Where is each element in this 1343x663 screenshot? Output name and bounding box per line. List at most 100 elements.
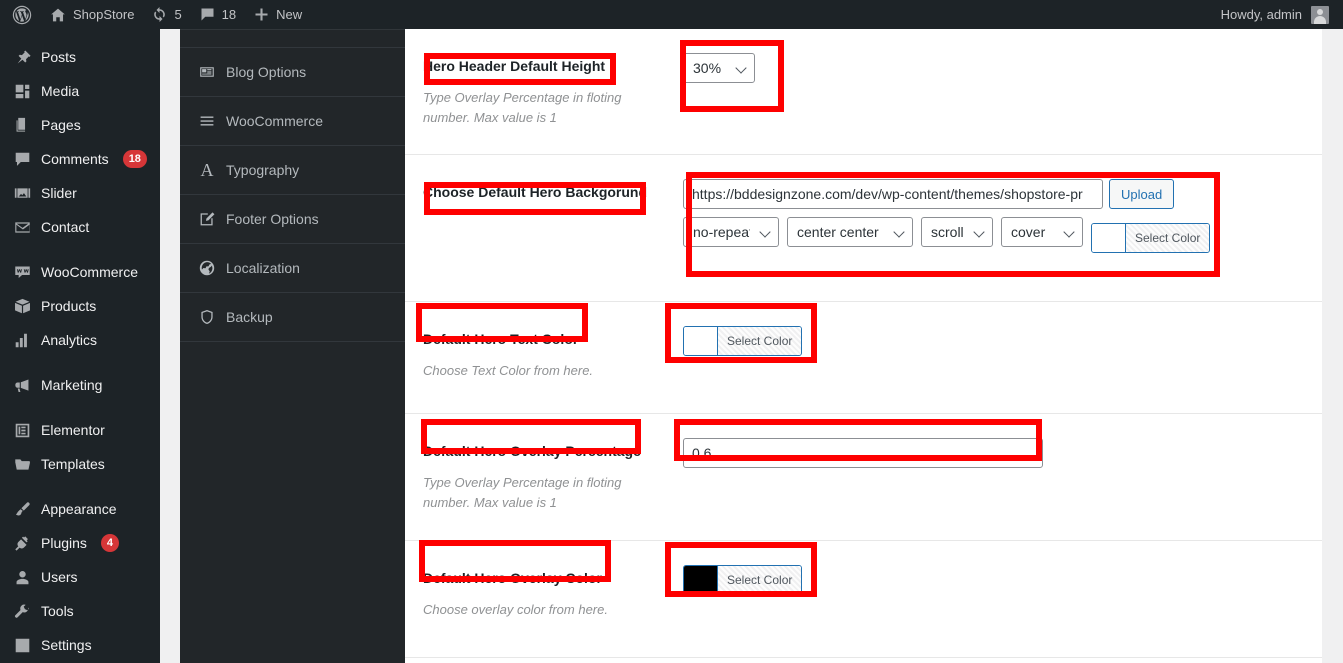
site-name-menu[interactable]: ShopStore [41, 0, 143, 29]
new-content-menu[interactable]: New [245, 0, 311, 29]
field-label-col: Default Hero Overlay Color Choose overla… [423, 563, 683, 635]
sidebar-item-tools[interactable]: Tools [0, 594, 160, 628]
sidebar-item-label: Analytics [41, 332, 98, 348]
shield-icon [198, 308, 216, 326]
sidebar-separator [0, 244, 160, 255]
account-menu[interactable]: Howdy, admin [1212, 0, 1343, 29]
slider-icon [12, 183, 32, 203]
overlay-percentage-input[interactable] [683, 438, 1043, 468]
sidebar-item-products[interactable]: Products [0, 289, 160, 323]
sidebar-item-comments[interactable]: Comments 18 [0, 142, 160, 176]
field-label: Hero Header Default Height [423, 58, 606, 74]
sidebar-item-analytics[interactable]: Analytics [0, 323, 160, 357]
background-repeat-select[interactable]: no-repeat [683, 217, 779, 247]
updates-icon [152, 7, 167, 22]
sidebar-separator [0, 481, 160, 492]
sidebar-item-contact[interactable]: Contact [0, 210, 160, 244]
field-label-col: Choose Default Hero Backgorund [423, 177, 683, 279]
field-control-col: 30% [683, 51, 1322, 132]
sidebar-item-posts[interactable]: Posts [0, 40, 160, 74]
background-attachment-select[interactable]: scroll [921, 217, 993, 247]
background-position-select-wrap: center center [787, 217, 913, 247]
plus-icon [254, 7, 269, 22]
upload-button[interactable]: Upload [1109, 179, 1175, 209]
woo-icon [12, 262, 32, 282]
hero-height-select-wrap: 30% [683, 53, 755, 83]
option-tab-localization[interactable]: Localization [180, 244, 405, 293]
background-repeat-select-wrap: no-repeat [683, 217, 779, 247]
sidebar-item-elementor[interactable]: Elementor [0, 413, 160, 447]
bar-chart-icon [12, 330, 32, 350]
sidebar-item-label: Products [41, 298, 97, 314]
background-size-select[interactable]: cover [1001, 217, 1083, 247]
sidebar-item-settings[interactable]: Settings [0, 628, 160, 662]
option-tab-label: Localization [226, 260, 300, 276]
sidebar-item-label: Comments [41, 151, 109, 167]
option-tab-woocommerce[interactable]: WooCommerce [180, 97, 405, 146]
site-name-label: ShopStore [73, 7, 135, 22]
sidebar-item-templates[interactable]: Templates [0, 447, 160, 481]
select-color-button[interactable]: Select Color [1126, 224, 1210, 252]
sidebar-item-appearance[interactable]: Appearance [0, 492, 160, 526]
megaphone-icon [12, 375, 32, 395]
sidebar-item-users[interactable]: Users [0, 560, 160, 594]
field-row-hero-background: Choose Default Hero Backgorund Upload no… [405, 155, 1322, 302]
sidebar-item-label: Appearance [41, 501, 117, 517]
select-color-button[interactable]: Select Color [718, 327, 802, 355]
sidebar-item-media[interactable]: Media [0, 74, 160, 108]
field-label-col: Default Hero Text Color Choose Text Colo… [423, 324, 683, 391]
sidebar-separator [0, 402, 160, 413]
color-swatch [684, 327, 718, 355]
sidebar-item-label: Contact [41, 219, 90, 235]
wordpress-logo-menu[interactable] [0, 0, 41, 29]
option-tab-typography[interactable]: A Typography [180, 146, 405, 195]
sidebar-item-label: Users [41, 569, 78, 585]
background-position-select[interactable]: center center [787, 217, 913, 247]
option-tab-blog-options[interactable]: Blog Options [180, 48, 405, 97]
envelope-icon [12, 217, 32, 237]
sidebar-item-pages[interactable]: Pages [0, 108, 160, 142]
hero-height-select[interactable]: 30% [683, 53, 755, 83]
avatar [1311, 5, 1329, 24]
updates-menu[interactable]: 5 [143, 0, 190, 29]
sidebar-item-marketing[interactable]: Marketing [0, 368, 160, 402]
option-tab-label: Typography [226, 162, 300, 178]
field-row-hero-height: Hero Header Default Height Type Overlay … [405, 29, 1322, 155]
plug-icon [12, 533, 32, 553]
letter-a-icon: A [200, 160, 214, 180]
color-swatch [1092, 224, 1126, 252]
comments-count: 18 [221, 7, 237, 22]
select-color-button[interactable]: Select Color [718, 566, 802, 594]
sidebar-item-plugins[interactable]: Plugins 4 [0, 526, 160, 560]
field-row-hero-overlay-percentage: Default Hero Overlay Percentage Type Ove… [405, 414, 1322, 541]
sidebar-item-label: Templates [41, 456, 105, 472]
updates-count: 5 [174, 7, 182, 22]
background-color-picker[interactable]: Select Color [1091, 223, 1211, 253]
background-url-input[interactable] [683, 179, 1103, 209]
sidebar-item-woocommerce[interactable]: WooCommerce [0, 255, 160, 289]
hero-text-color-picker[interactable]: Select Color [683, 326, 803, 356]
field-control-col: Select Color [683, 563, 1322, 635]
hero-overlay-color-picker[interactable]: Select Color [683, 565, 803, 595]
sidebar-item-label: WooCommerce [41, 264, 138, 280]
sidebar-item-label: Settings [41, 637, 92, 653]
comments-menu[interactable]: 18 [191, 0, 245, 29]
theme-options-panel: Hero Header Default Height Type Overlay … [405, 29, 1322, 663]
theme-options-nav: Blog Options WooCommerce A Typography Fo… [180, 29, 405, 663]
option-tab-footer-options[interactable]: Footer Options [180, 195, 405, 244]
sidebar-item-slider[interactable]: Slider [0, 176, 160, 210]
background-url-row: Upload [683, 179, 1322, 209]
option-tab-label: WooCommerce [226, 113, 323, 129]
sidebar-item-label: Tools [41, 603, 74, 619]
pencil-square-icon [198, 210, 216, 228]
field-description: Type Overlay Percentage in floting numbe… [423, 475, 622, 511]
sidebar-item-label: Plugins [41, 535, 87, 551]
pin-icon [12, 47, 32, 67]
user-icon [12, 567, 32, 587]
field-label: Default Hero Overlay Color [423, 570, 602, 586]
comment-icon [12, 149, 32, 169]
background-attachment-select-wrap: scroll [921, 217, 993, 247]
option-tab-backup[interactable]: Backup [180, 293, 405, 342]
sidebar-item-label: Elementor [41, 422, 105, 438]
sidebar-gap [160, 29, 180, 663]
